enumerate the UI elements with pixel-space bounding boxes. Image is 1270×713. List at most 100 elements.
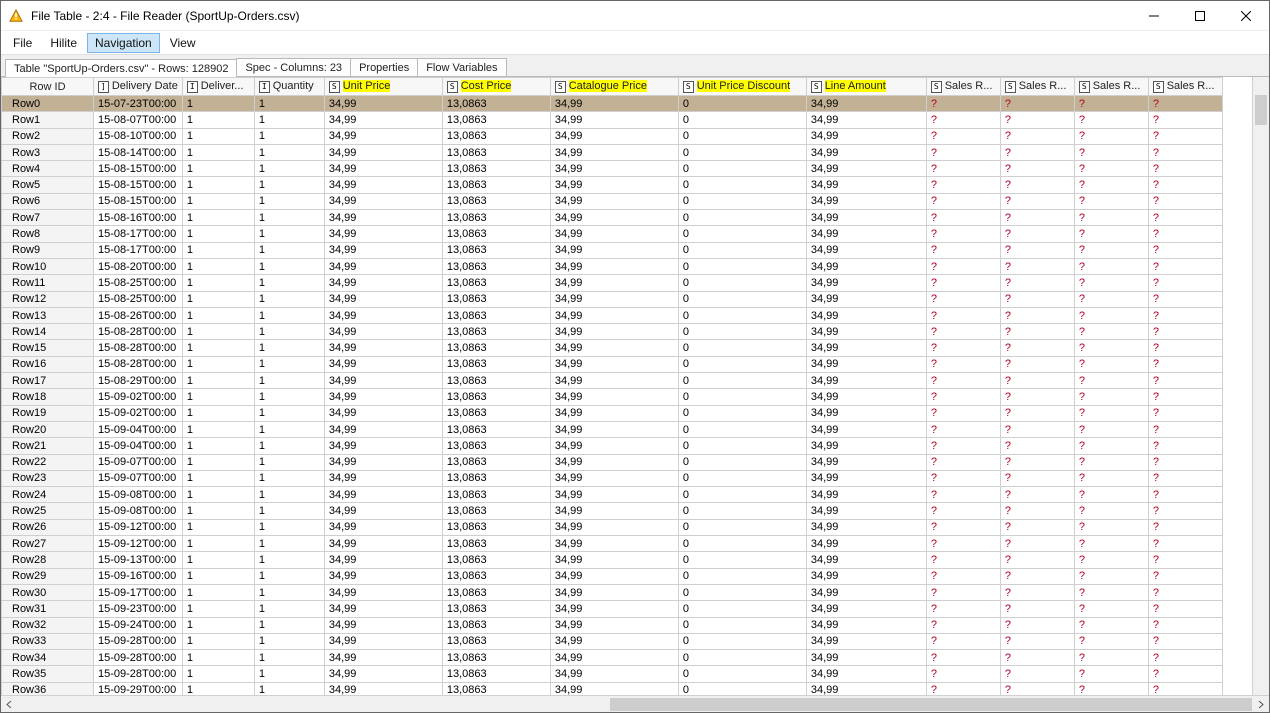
data-cell[interactable]: 34,99 — [550, 633, 678, 649]
menu-hilite[interactable]: Hilite — [42, 33, 85, 53]
data-cell[interactable]: 0 — [678, 617, 806, 633]
data-cell[interactable]: 1 — [254, 275, 324, 291]
data-cell[interactable]: ? — [1000, 666, 1074, 682]
data-cell[interactable]: ? — [926, 161, 1000, 177]
data-cell[interactable]: ? — [1074, 373, 1148, 389]
data-cell[interactable]: ? — [1000, 340, 1074, 356]
titlebar[interactable]: File Table - 2:4 - File Reader (SportUp-… — [1, 1, 1269, 31]
data-cell[interactable]: 13,0863 — [442, 584, 550, 600]
data-cell[interactable]: 1 — [182, 470, 254, 486]
data-cell[interactable]: ? — [1148, 324, 1222, 340]
data-cell[interactable]: 0 — [678, 210, 806, 226]
data-cell[interactable]: 34,99 — [550, 291, 678, 307]
data-cell[interactable]: 34,99 — [324, 421, 442, 437]
data-cell[interactable]: 34,99 — [806, 389, 926, 405]
data-cell[interactable]: 1 — [254, 438, 324, 454]
data-cell[interactable]: 34,99 — [550, 650, 678, 666]
data-cell[interactable]: ? — [1074, 112, 1148, 128]
column-header-4[interactable]: SUnit Price — [324, 78, 442, 96]
data-cell[interactable]: ? — [1148, 242, 1222, 258]
data-cell[interactable]: 34,99 — [550, 405, 678, 421]
rowid-cell[interactable]: Row29 — [2, 568, 94, 584]
table-row[interactable]: Row3315-09-28T00:001134,9913,086334,9903… — [2, 633, 1223, 649]
data-cell[interactable]: 1 — [254, 666, 324, 682]
data-cell[interactable]: ? — [1000, 324, 1074, 340]
table-row[interactable]: Row2515-09-08T00:001134,9913,086334,9903… — [2, 503, 1223, 519]
table-row[interactable]: Row3115-09-23T00:001134,9913,086334,9903… — [2, 601, 1223, 617]
data-cell[interactable]: 34,99 — [324, 112, 442, 128]
vertical-scrollbar[interactable] — [1252, 77, 1269, 695]
data-cell[interactable]: 1 — [182, 617, 254, 633]
data-cell[interactable]: ? — [926, 96, 1000, 112]
menu-view[interactable]: View — [162, 33, 204, 53]
data-cell[interactable]: 34,99 — [324, 552, 442, 568]
data-cell[interactable]: 15-08-15T00:00 — [94, 177, 183, 193]
data-cell[interactable]: 0 — [678, 226, 806, 242]
data-cell[interactable]: ? — [926, 633, 1000, 649]
data-cell[interactable]: ? — [926, 356, 1000, 372]
data-cell[interactable]: 34,99 — [806, 340, 926, 356]
data-cell[interactable]: ? — [1000, 226, 1074, 242]
data-cell[interactable]: ? — [1148, 650, 1222, 666]
data-cell[interactable]: 15-08-07T00:00 — [94, 112, 183, 128]
data-cell[interactable]: 15-07-23T00:00 — [94, 96, 183, 112]
data-cell[interactable]: ? — [1148, 421, 1222, 437]
data-cell[interactable]: 15-08-17T00:00 — [94, 242, 183, 258]
data-cell[interactable]: 34,99 — [324, 356, 442, 372]
table-row[interactable]: Row015-07-23T00:001134,9913,086334,99034… — [2, 96, 1223, 112]
data-cell[interactable]: 1 — [182, 633, 254, 649]
data-cell[interactable]: 13,0863 — [442, 210, 550, 226]
data-cell[interactable]: 34,99 — [550, 682, 678, 695]
data-cell[interactable]: ? — [1074, 454, 1148, 470]
data-cell[interactable]: ? — [1000, 389, 1074, 405]
data-cell[interactable]: 15-08-20T00:00 — [94, 258, 183, 274]
rowid-cell[interactable]: Row20 — [2, 421, 94, 437]
data-cell[interactable]: 13,0863 — [442, 226, 550, 242]
data-cell[interactable]: 13,0863 — [442, 682, 550, 695]
rowid-cell[interactable]: Row4 — [2, 161, 94, 177]
data-cell[interactable]: 1 — [254, 536, 324, 552]
data-cell[interactable]: 34,99 — [806, 291, 926, 307]
data-cell[interactable]: 34,99 — [550, 144, 678, 160]
horizontal-scroll-thumb[interactable] — [610, 698, 1252, 711]
data-cell[interactable]: 1 — [254, 210, 324, 226]
data-cell[interactable]: 13,0863 — [442, 112, 550, 128]
data-cell[interactable]: 34,99 — [550, 307, 678, 323]
data-cell[interactable]: 34,99 — [806, 568, 926, 584]
data-cell[interactable]: ? — [1148, 112, 1222, 128]
data-cell[interactable]: ? — [1074, 405, 1148, 421]
data-cell[interactable]: 1 — [182, 373, 254, 389]
data-cell[interactable]: 34,99 — [550, 226, 678, 242]
data-cell[interactable]: 1 — [254, 682, 324, 695]
data-cell[interactable]: 1 — [254, 617, 324, 633]
data-cell[interactable]: 34,99 — [806, 617, 926, 633]
data-cell[interactable]: ? — [926, 112, 1000, 128]
data-cell[interactable]: ? — [1000, 242, 1074, 258]
rowid-cell[interactable]: Row0 — [2, 96, 94, 112]
data-cell[interactable]: ? — [1000, 454, 1074, 470]
data-cell[interactable]: 1 — [254, 650, 324, 666]
data-cell[interactable]: ? — [1148, 96, 1222, 112]
data-cell[interactable]: 1 — [254, 291, 324, 307]
data-cell[interactable]: 1 — [182, 193, 254, 209]
table-row[interactable]: Row2215-09-07T00:001134,9913,086334,9903… — [2, 454, 1223, 470]
rowid-cell[interactable]: Row15 — [2, 340, 94, 356]
data-cell[interactable]: 1 — [254, 519, 324, 535]
data-cell[interactable]: ? — [1148, 193, 1222, 209]
data-cell[interactable]: ? — [926, 666, 1000, 682]
data-cell[interactable]: 13,0863 — [442, 405, 550, 421]
data-cell[interactable]: 34,99 — [550, 503, 678, 519]
data-cell[interactable]: 0 — [678, 291, 806, 307]
data-cell[interactable]: 34,99 — [324, 438, 442, 454]
data-cell[interactable]: 34,99 — [806, 258, 926, 274]
data-cell[interactable]: ? — [1074, 682, 1148, 695]
data-cell[interactable]: 34,99 — [550, 210, 678, 226]
column-header-5[interactable]: SCost Price — [442, 78, 550, 96]
data-cell[interactable]: ? — [926, 193, 1000, 209]
data-cell[interactable]: 0 — [678, 242, 806, 258]
data-cell[interactable]: ? — [1000, 601, 1074, 617]
data-cell[interactable]: ? — [1148, 210, 1222, 226]
data-cell[interactable]: ? — [926, 650, 1000, 666]
data-cell[interactable]: 34,99 — [806, 112, 926, 128]
data-cell[interactable]: ? — [1000, 291, 1074, 307]
